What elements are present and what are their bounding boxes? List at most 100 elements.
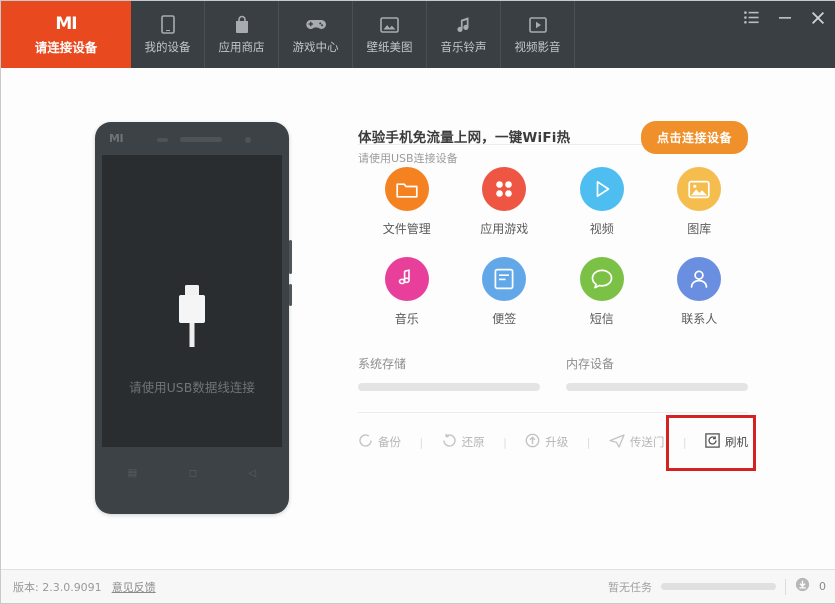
restore-icon bbox=[442, 433, 457, 451]
mi-logo-icon: MI bbox=[55, 13, 77, 34]
usb-cable-icon bbox=[175, 285, 209, 351]
action-label: 还原 bbox=[461, 435, 485, 449]
storage-system: 系统存储 bbox=[358, 355, 540, 391]
download-circle-icon[interactable] bbox=[795, 577, 810, 596]
video-play-icon bbox=[528, 15, 547, 35]
note-icon bbox=[482, 257, 527, 301]
tab-my-device[interactable]: 我的设备 bbox=[131, 1, 205, 68]
storage-title: 内存设备 bbox=[566, 357, 615, 371]
grid-label: 短信 bbox=[589, 312, 614, 326]
grid-label: 应用游戏 bbox=[480, 222, 529, 236]
grid-item-file-manager[interactable]: 文件管理 bbox=[358, 167, 456, 237]
flash-rom-icon bbox=[705, 433, 720, 451]
send-paperplane-icon bbox=[609, 433, 625, 451]
grid-item-video[interactable]: 视频 bbox=[553, 167, 651, 237]
wallpaper-icon bbox=[380, 15, 399, 35]
tab-video[interactable]: 视频影音 bbox=[501, 1, 575, 68]
action-label: 传送门 bbox=[629, 435, 665, 449]
play-icon bbox=[579, 167, 624, 211]
phone-nav-bar: ▤ ◻ ◁ bbox=[102, 449, 282, 497]
main-header: MI 请连接设备 我的设备 应用商店 游戏中心 壁纸美图 音乐铃声 视频影音 bbox=[1, 1, 835, 68]
tab-connect-device-label: 请连接设备 bbox=[34, 39, 98, 55]
folder-icon bbox=[384, 167, 429, 211]
storage-progress-bar bbox=[566, 383, 748, 391]
backup-circle-icon bbox=[358, 433, 373, 451]
action-separator: | bbox=[503, 435, 507, 449]
phone-mockup: MI 请使用USB数据线连接 ▤ ◻ ◁ bbox=[95, 122, 292, 514]
connect-device-button[interactable]: 点击连接设备 bbox=[640, 121, 748, 154]
image-icon bbox=[677, 167, 722, 211]
status-bar-right: 暂无任务 0 bbox=[608, 577, 826, 596]
tab-app-store[interactable]: 应用商店 bbox=[205, 1, 279, 68]
phone-camera-icon bbox=[245, 137, 251, 143]
status-bar: 版本: 2.3.0.9091 意见反馈 暂无任务 0 bbox=[1, 569, 835, 603]
action-backup[interactable]: 备份 bbox=[358, 433, 401, 451]
grid-item-sms[interactable]: 短信 bbox=[553, 257, 651, 327]
tab-wallpaper[interactable]: 壁纸美图 bbox=[353, 1, 427, 68]
grid-item-gallery[interactable]: 图库 bbox=[651, 167, 749, 237]
gamepad-icon bbox=[305, 15, 327, 35]
tab-music-ringtone-label: 音乐铃声 bbox=[440, 39, 487, 54]
grid-label: 图库 bbox=[687, 222, 712, 236]
music-note-icon bbox=[456, 15, 471, 35]
tab-app-store-label: 应用商店 bbox=[218, 39, 265, 54]
device-icon bbox=[160, 15, 175, 35]
mi-pc-suite-window: MI 请连接设备 我的设备 应用商店 游戏中心 壁纸美图 音乐铃声 视频影音 M… bbox=[0, 0, 835, 604]
grid-label: 文件管理 bbox=[382, 222, 431, 236]
tab-connect-device[interactable]: MI 请连接设备 bbox=[1, 1, 131, 68]
storage-progress-bar bbox=[358, 383, 540, 391]
storage-section: 系统存储 内存设备 bbox=[358, 355, 748, 391]
tab-music-ringtone[interactable]: 音乐铃声 bbox=[427, 1, 501, 68]
upgrade-arrow-icon bbox=[525, 433, 540, 451]
promo-banner: 体验手机免流量上网，一键WiFi热 请使用USB连接设备 点击连接设备 bbox=[358, 68, 748, 165]
phone-volume-button bbox=[289, 240, 292, 274]
action-label: 备份 bbox=[378, 435, 401, 449]
grid-item-notes[interactable]: 便签 bbox=[456, 257, 554, 327]
minimize-icon[interactable] bbox=[776, 9, 793, 26]
storage-memory: 内存设备 bbox=[566, 355, 748, 391]
tab-game-center[interactable]: 游戏中心 bbox=[279, 1, 353, 68]
phone-screen-hint: 请使用USB数据线连接 bbox=[129, 380, 255, 395]
phone-screen: 请使用USB数据线连接 bbox=[102, 155, 282, 447]
close-icon[interactable] bbox=[809, 9, 826, 26]
phone-home-icon: ◻ bbox=[188, 467, 198, 479]
phone-power-button bbox=[289, 284, 292, 306]
shopping-bag-icon bbox=[233, 15, 251, 35]
task-progress-bar bbox=[661, 583, 776, 590]
grid-label: 便签 bbox=[492, 312, 517, 326]
person-icon bbox=[677, 257, 722, 301]
action-flash-rom[interactable]: 刷机 bbox=[705, 433, 748, 451]
version-label: 版本: 2.3.0.9091 bbox=[13, 580, 102, 594]
right-panel: 体验手机免流量上网，一键WiFi热 请使用USB连接设备 点击连接设备 文件管理 bbox=[358, 68, 756, 471]
tab-wallpaper-label: 壁纸美图 bbox=[366, 39, 413, 54]
phone-back-icon: ◁ bbox=[248, 467, 257, 479]
music-icon bbox=[384, 257, 429, 301]
menu-list-icon[interactable] bbox=[743, 9, 760, 26]
grid-item-contacts[interactable]: 联系人 bbox=[651, 257, 749, 327]
feature-grid: 文件管理 应用游戏 视频 图库 音乐 便签 短信 联系人 bbox=[358, 167, 748, 327]
grid-label: 联系人 bbox=[681, 312, 718, 326]
tab-video-label: 视频影音 bbox=[514, 39, 561, 54]
actions-divider bbox=[358, 412, 748, 413]
phone-menu-icon: ▤ bbox=[127, 467, 138, 479]
window-controls bbox=[743, 9, 826, 26]
action-separator: | bbox=[586, 435, 591, 449]
action-label: 升级 bbox=[545, 435, 569, 449]
tab-my-device-label: 我的设备 bbox=[144, 39, 191, 54]
grid-item-music[interactable]: 音乐 bbox=[358, 257, 456, 327]
grid-item-apps-games[interactable]: 应用游戏 bbox=[456, 167, 554, 237]
download-count: 0 bbox=[819, 580, 826, 593]
main-content: MI 请使用USB数据线连接 ▤ ◻ ◁ 体验手机免流量上网，一键WiFi热 请… bbox=[1, 68, 835, 571]
tab-game-center-label: 游戏中心 bbox=[292, 39, 339, 54]
task-status-label: 暂无任务 bbox=[608, 580, 652, 594]
action-restore[interactable]: 还原 bbox=[442, 433, 485, 451]
action-separator: | bbox=[419, 435, 424, 449]
action-upgrade[interactable]: 升级 bbox=[525, 433, 568, 451]
grid-label: 视频 bbox=[589, 222, 614, 236]
feedback-link[interactable]: 意见反馈 bbox=[112, 579, 156, 595]
action-separator: | bbox=[682, 435, 687, 449]
status-bar-left: 版本: 2.3.0.9091 意见反馈 bbox=[13, 579, 156, 595]
action-portal[interactable]: 传送门 bbox=[609, 433, 665, 451]
phone-speaker-icon bbox=[180, 137, 222, 142]
phone-mi-logo: MI bbox=[109, 132, 124, 145]
